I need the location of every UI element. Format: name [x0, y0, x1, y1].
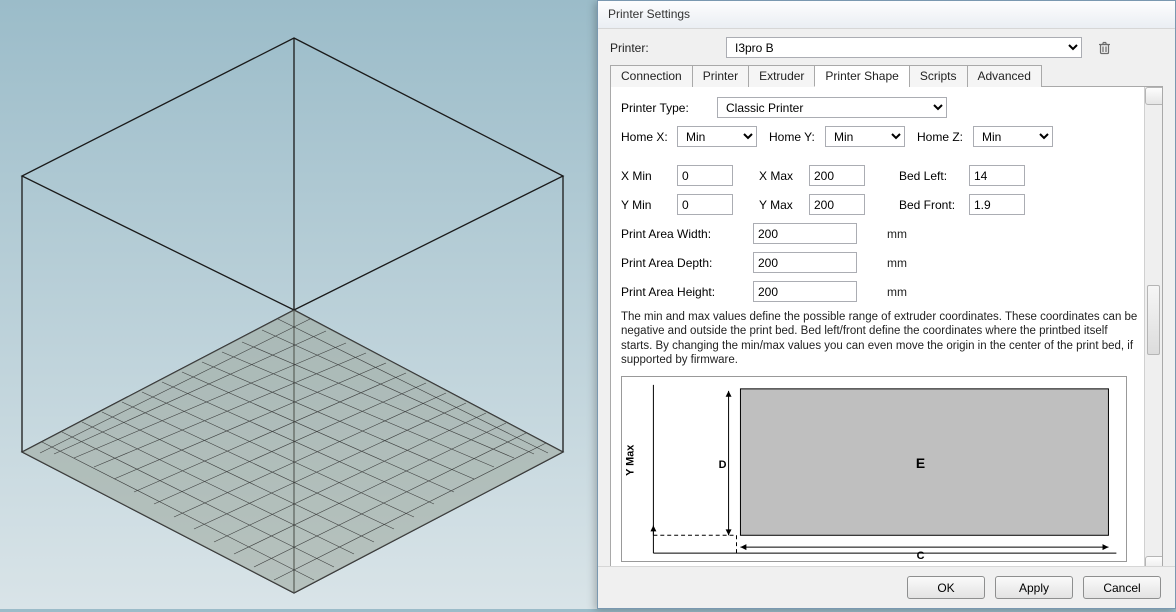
printer-type-select[interactable]: Classic Printer — [717, 97, 947, 118]
printer-label: Printer: — [610, 41, 664, 55]
bedleft-label: Bed Left: — [899, 169, 969, 183]
tab-connection[interactable]: Connection — [610, 65, 693, 87]
ymin-input[interactable] — [677, 194, 733, 215]
diagram-c-label: C — [917, 550, 925, 561]
xmax-label: X Max — [759, 169, 809, 183]
paw-label: Print Area Width: — [621, 227, 753, 241]
home-y-select[interactable]: Min — [825, 126, 905, 147]
tab-scripts[interactable]: Scripts — [909, 65, 968, 87]
ymax-input[interactable] — [809, 194, 865, 215]
home-y-label: Home Y: — [769, 130, 825, 144]
diagram-d-label: D — [719, 459, 727, 471]
printer-select[interactable]: I3pro B — [726, 37, 1082, 58]
bedleft-input[interactable] — [969, 165, 1025, 186]
bedfront-input[interactable] — [969, 194, 1025, 215]
tab-extruder[interactable]: Extruder — [748, 65, 815, 87]
scroll-thumb[interactable] — [1147, 285, 1160, 355]
cancel-button[interactable]: Cancel — [1083, 576, 1161, 599]
diagram-e-label: E — [916, 455, 925, 471]
home-z-label: Home Z: — [917, 130, 973, 144]
ymax-label: Y Max — [759, 198, 809, 212]
xmin-label: X Min — [621, 169, 677, 183]
pah-unit: mm — [887, 285, 907, 299]
trash-icon[interactable] — [1096, 40, 1112, 56]
apply-button[interactable]: Apply — [995, 576, 1073, 599]
home-x-select[interactable]: Min — [677, 126, 757, 147]
vertical-scrollbar[interactable]: ▲ ▼ — [1144, 87, 1162, 566]
tab-pane-printer-shape: Printer Type: Classic Printer Home X: Mi… — [610, 87, 1163, 566]
tab-printer[interactable]: Printer — [692, 65, 749, 87]
scroll-up-icon[interactable]: ▲ — [1145, 87, 1163, 105]
pad-unit: mm — [887, 256, 907, 270]
build-volume-cube — [0, 0, 600, 609]
scroll-down-icon[interactable]: ▼ — [1145, 556, 1163, 566]
pad-label: Print Area Depth: — [621, 256, 753, 270]
xmax-input[interactable] — [809, 165, 865, 186]
pah-input[interactable] — [753, 281, 857, 302]
dialog-title: Printer Settings — [598, 1, 1175, 29]
ok-button[interactable]: OK — [907, 576, 985, 599]
tab-advanced[interactable]: Advanced — [967, 65, 1042, 87]
tab-bar: Connection Printer Extruder Printer Shap… — [610, 64, 1163, 87]
paw-input[interactable] — [753, 223, 857, 244]
paw-unit: mm — [887, 227, 907, 241]
home-z-select[interactable]: Min — [973, 126, 1053, 147]
pad-input[interactable] — [753, 252, 857, 273]
tab-printer-shape[interactable]: Printer Shape — [814, 65, 909, 87]
bed-diagram: Y Max D E — [621, 376, 1127, 562]
bedfront-label: Bed Front: — [899, 198, 969, 212]
xmin-input[interactable] — [677, 165, 733, 186]
printer-settings-dialog: Printer Settings Printer: I3pro B Connec… — [597, 0, 1176, 609]
viewport-3d[interactable] — [0, 0, 600, 609]
scroll-track[interactable] — [1145, 105, 1162, 556]
dialog-body: Printer: I3pro B Connection Printer Extr… — [598, 29, 1175, 566]
ymin-label: Y Min — [621, 198, 677, 212]
help-text: The min and max values define the possib… — [621, 310, 1141, 368]
diagram-ymax-label: Y Max — [625, 444, 637, 475]
printer-type-label: Printer Type: — [621, 101, 717, 115]
dialog-footer: OK Apply Cancel — [598, 566, 1175, 608]
pah-label: Print Area Height: — [621, 285, 753, 299]
home-x-label: Home X: — [621, 130, 677, 144]
